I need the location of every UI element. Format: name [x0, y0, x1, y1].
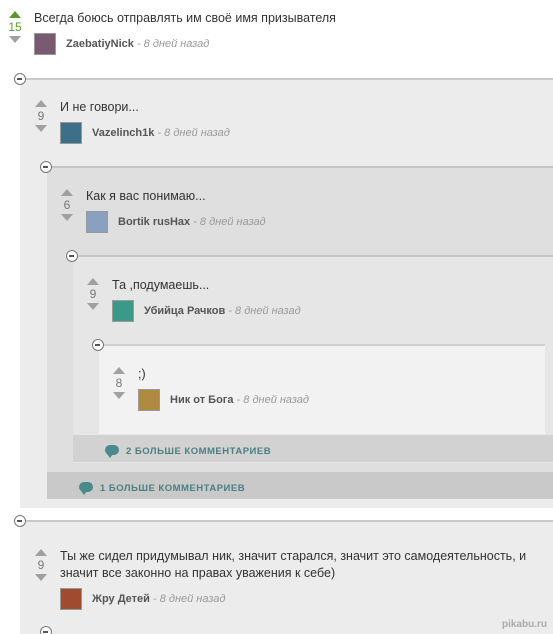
- avatar[interactable]: [34, 33, 56, 55]
- comment-author: Vazelinch1k - 8 дней назад: [92, 126, 230, 140]
- collapse-icon[interactable]: [92, 339, 104, 351]
- vote-block: 8: [111, 367, 127, 399]
- comment-thread-level-4: [99, 344, 545, 434]
- comment-time: - 8 дней назад: [136, 38, 210, 50]
- avatar[interactable]: [60, 588, 82, 610]
- vote-block: 15: [7, 11, 23, 43]
- upvote-icon[interactable]: [35, 100, 47, 107]
- upvote-icon[interactable]: [113, 367, 125, 374]
- avatar[interactable]: [60, 122, 82, 144]
- author-nick[interactable]: ZaebatiyNick: [66, 38, 134, 50]
- comment-author: Убийца Рачков - 8 дней назад: [144, 304, 301, 318]
- avatar[interactable]: [138, 389, 160, 411]
- author-nick[interactable]: Жру Детей: [92, 593, 150, 605]
- collapse-icon[interactable]: [14, 515, 26, 527]
- vote-block: 9: [85, 278, 101, 310]
- comment-score: 6: [63, 198, 71, 212]
- downvote-icon[interactable]: [87, 303, 99, 310]
- comment-time: - 8 дней назад: [193, 216, 266, 228]
- downvote-icon[interactable]: [9, 36, 21, 43]
- comment-time: - 8 дней назад: [152, 593, 226, 605]
- comment-bubble-icon: [79, 482, 93, 495]
- comment-text: Как я вас понимаю...: [86, 189, 206, 203]
- upvote-icon[interactable]: [61, 189, 73, 196]
- vote-block: 9: [33, 100, 49, 132]
- comment-score: 9: [37, 558, 45, 572]
- comment-author: Ник от Бога - 8 дней назад: [170, 393, 309, 407]
- avatar[interactable]: [86, 211, 108, 233]
- upvote-icon[interactable]: [9, 11, 21, 18]
- avatar[interactable]: [112, 300, 134, 322]
- collapse-icon[interactable]: [40, 626, 52, 634]
- collapse-icon[interactable]: [14, 73, 26, 85]
- comment-score: 8: [115, 376, 123, 390]
- upvote-icon[interactable]: [35, 549, 47, 556]
- more-comments-link[interactable]: 1 БОЛЬШЕ КОММЕНТАРИЕВ: [100, 483, 245, 494]
- comment-author: Жру Детей - 8 дней назад: [92, 592, 225, 606]
- author-nick[interactable]: Убийца Рачков: [144, 305, 225, 317]
- comment-text-line-1: Ты же сидел придумывал ник, значит стара…: [60, 549, 527, 563]
- comment-text: ;): [138, 367, 146, 381]
- author-nick[interactable]: Bortik rusHax: [118, 216, 190, 228]
- vote-block: 6: [59, 189, 75, 221]
- comment-score: 15: [8, 20, 22, 34]
- author-nick[interactable]: Ник от Бога: [170, 394, 233, 406]
- comment-author: Bortik rusHax - 8 дней назад: [118, 215, 266, 229]
- comment-time: - 8 дней назад: [236, 394, 309, 406]
- comment-text: Всегда боюсь отправлять им своё имя приз…: [34, 11, 336, 25]
- downvote-icon[interactable]: [35, 125, 47, 132]
- downvote-icon[interactable]: [61, 214, 73, 221]
- comment-time: - 8 дней назад: [157, 127, 230, 139]
- comment-score: 9: [37, 109, 45, 123]
- comment-bubble-icon: [105, 445, 119, 458]
- comment-score: 9: [89, 287, 97, 301]
- comment-text: Та ,подумаешь...: [112, 278, 210, 292]
- upvote-icon[interactable]: [87, 278, 99, 285]
- comment-text: И не говори...: [60, 100, 139, 114]
- author-nick[interactable]: Vazelinch1k: [92, 127, 154, 139]
- comment-time: - 8 дней назад: [228, 305, 301, 317]
- downvote-icon[interactable]: [113, 392, 125, 399]
- comment-text-line-2: значит все законно на правах уважения к …: [60, 566, 336, 580]
- downvote-icon[interactable]: [35, 574, 47, 581]
- site-watermark: pikabu.ru: [501, 619, 547, 630]
- collapse-icon[interactable]: [66, 250, 78, 262]
- collapse-icon[interactable]: [40, 161, 52, 173]
- more-comments-link[interactable]: 2 БОЛЬШЕ КОММЕНТАРИЕВ: [126, 446, 271, 457]
- vote-block: 9: [33, 549, 49, 581]
- comment-author: ZaebatiyNick - 8 дней назад: [66, 37, 209, 51]
